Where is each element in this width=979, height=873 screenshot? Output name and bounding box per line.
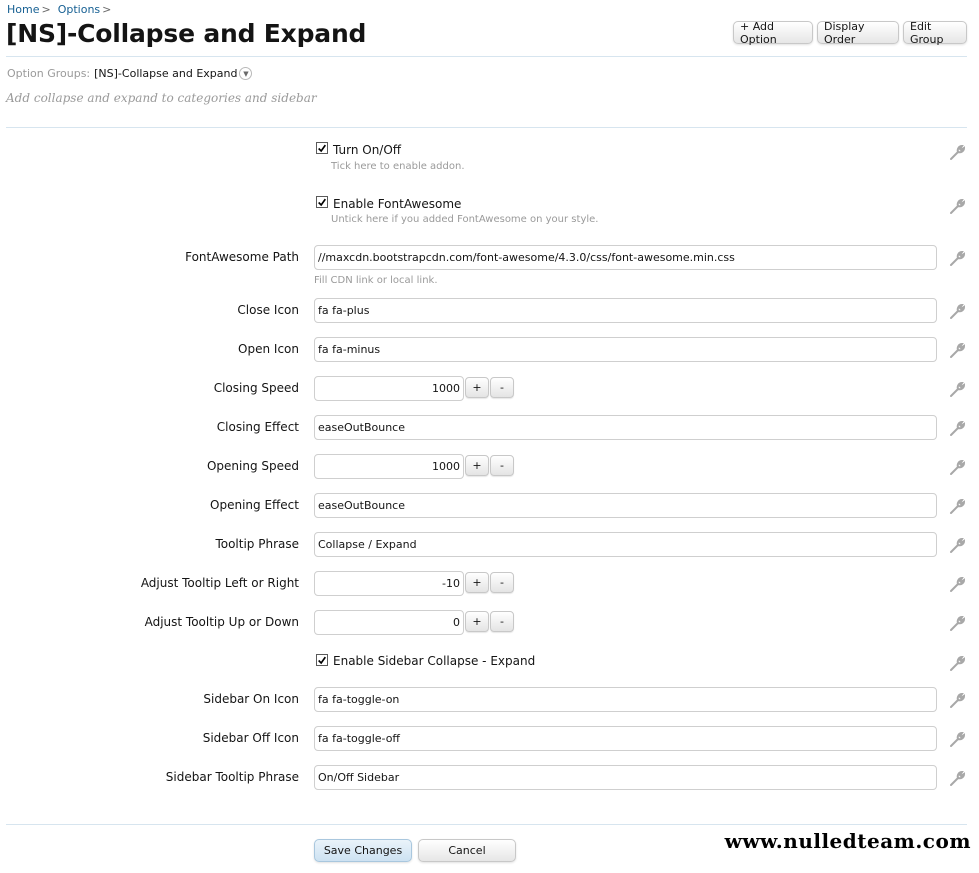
closing-effect-input[interactable]: easeOutBounce <box>314 415 937 440</box>
sidebar-on-icon-input[interactable]: fa fa-toggle-on <box>314 687 937 712</box>
wrench-icon[interactable] <box>949 497 967 515</box>
wrench-icon[interactable] <box>949 249 967 267</box>
wrench-icon[interactable] <box>949 143 967 161</box>
tooltip-left-right-label: Adjust Tooltip Left or Right <box>140 576 299 590</box>
page-title: [NS]-Collapse and Expand <box>6 19 367 48</box>
tooltip-up-down-label: Adjust Tooltip Up or Down <box>144 615 299 629</box>
wrench-icon[interactable] <box>949 769 967 787</box>
close-icon-label: Close Icon <box>237 303 299 317</box>
opening-speed-increment-button[interactable]: + <box>465 455 489 476</box>
enable-sidebar-checkbox[interactable] <box>316 654 328 666</box>
wrench-icon[interactable] <box>949 730 967 748</box>
opening-speed-label: Opening Speed <box>206 459 299 473</box>
tooltip-left-right-increment-button[interactable]: + <box>465 572 489 593</box>
breadcrumb-separator: > <box>102 3 112 16</box>
watermark: www.nulledteam.com <box>724 829 971 853</box>
opening-effect-input[interactable]: easeOutBounce <box>314 493 937 518</box>
enable-sidebar-label[interactable]: Enable Sidebar Collapse - Expand <box>333 654 535 668</box>
cancel-button[interactable]: Cancel <box>418 839 516 862</box>
closing-speed-decrement-button[interactable]: - <box>490 377 514 398</box>
header-divider <box>6 56 967 57</box>
chevron-down-icon[interactable]: ▼ <box>239 67 253 80</box>
wrench-icon[interactable] <box>949 197 967 215</box>
wrench-icon[interactable] <box>949 380 967 398</box>
sidebar-off-icon-input[interactable]: fa fa-toggle-off <box>314 726 937 751</box>
enable-fontawesome-label[interactable]: Enable FontAwesome <box>333 197 461 211</box>
checkmark-icon <box>318 656 327 664</box>
wrench-icon[interactable] <box>949 458 967 476</box>
display-order-button[interactable]: Display Order <box>817 20 899 46</box>
wrench-icon[interactable] <box>949 302 967 320</box>
edit-group-button[interactable]: Edit Group <box>903 20 967 46</box>
wrench-icon[interactable] <box>949 691 967 709</box>
wrench-icon[interactable] <box>949 654 967 672</box>
checkmark-icon <box>318 198 327 206</box>
sidebar-tooltip-label: Sidebar Tooltip Phrase <box>165 770 299 784</box>
fontawesome-path-label: FontAwesome Path <box>185 250 299 264</box>
enable-fontawesome-checkbox[interactable] <box>316 196 328 208</box>
breadcrumb-separator: > <box>41 3 51 16</box>
save-changes-button[interactable]: Save Changes <box>314 839 412 862</box>
tooltip-phrase-input[interactable]: Collapse / Expand <box>314 532 937 557</box>
form-actions: Save Changes Cancel <box>314 839 516 862</box>
opening-speed-decrement-button[interactable]: - <box>490 455 514 476</box>
checkmark-icon <box>318 144 327 152</box>
breadcrumb-home[interactable]: Home <box>7 3 39 16</box>
open-icon-label: Open Icon <box>238 342 299 356</box>
fontawesome-path-hint: Fill CDN link or local link. <box>314 275 438 286</box>
closing-speed-label: Closing Speed <box>213 381 299 395</box>
opening-speed-input[interactable]: 1000 <box>314 454 464 479</box>
breadcrumb-options[interactable]: Options <box>58 3 100 16</box>
tooltip-up-down-increment-button[interactable]: + <box>465 611 489 632</box>
sidebar-on-icon-label: Sidebar On Icon <box>203 692 299 706</box>
turn-on-off-label[interactable]: Turn On/Off <box>333 143 401 157</box>
breadcrumb: Home > Options > <box>7 3 111 16</box>
tooltip-phrase-label: Tooltip Phrase <box>215 537 299 551</box>
option-group-label: Option Groups: <box>7 67 91 80</box>
tooltip-left-right-input[interactable]: -10 <box>314 571 464 596</box>
close-icon-input[interactable]: fa fa-plus <box>314 298 937 323</box>
fontawesome-path-input[interactable]: //maxcdn.bootstrapcdn.com/font-awesome/4… <box>314 245 937 270</box>
footer-divider <box>6 824 967 825</box>
opening-effect-label: Opening Effect <box>210 498 299 512</box>
turn-on-off-checkbox[interactable] <box>316 142 328 154</box>
tooltip-up-down-input[interactable]: 0 <box>314 610 464 635</box>
group-description: Add collapse and expand to categories an… <box>6 91 317 105</box>
turn-on-off-hint: Tick here to enable addon. <box>331 161 465 172</box>
wrench-icon[interactable] <box>949 614 967 632</box>
add-option-button[interactable]: + Add Option <box>733 20 813 46</box>
tooltip-up-down-decrement-button[interactable]: - <box>490 611 514 632</box>
closing-speed-increment-button[interactable]: + <box>465 377 489 398</box>
closing-effect-label: Closing Effect <box>216 420 299 434</box>
form-divider <box>6 127 967 128</box>
tooltip-left-right-decrement-button[interactable]: - <box>490 572 514 593</box>
wrench-icon[interactable] <box>949 575 967 593</box>
wrench-icon[interactable] <box>949 419 967 437</box>
option-group-selector: Option Groups: [NS]-Collapse and Expand … <box>7 67 253 80</box>
option-group-value[interactable]: [NS]-Collapse and Expand <box>94 67 237 80</box>
sidebar-tooltip-input[interactable]: On/Off Sidebar <box>314 765 937 790</box>
top-toolbar: + Add Option Display Order Edit Group <box>733 20 967 46</box>
wrench-icon[interactable] <box>949 536 967 554</box>
wrench-icon[interactable] <box>949 341 967 359</box>
open-icon-input[interactable]: fa fa-minus <box>314 337 937 362</box>
sidebar-off-icon-label: Sidebar Off Icon <box>202 731 299 745</box>
closing-speed-input[interactable]: 1000 <box>314 376 464 401</box>
enable-fontawesome-hint: Untick here if you added FontAwesome on … <box>331 214 599 225</box>
